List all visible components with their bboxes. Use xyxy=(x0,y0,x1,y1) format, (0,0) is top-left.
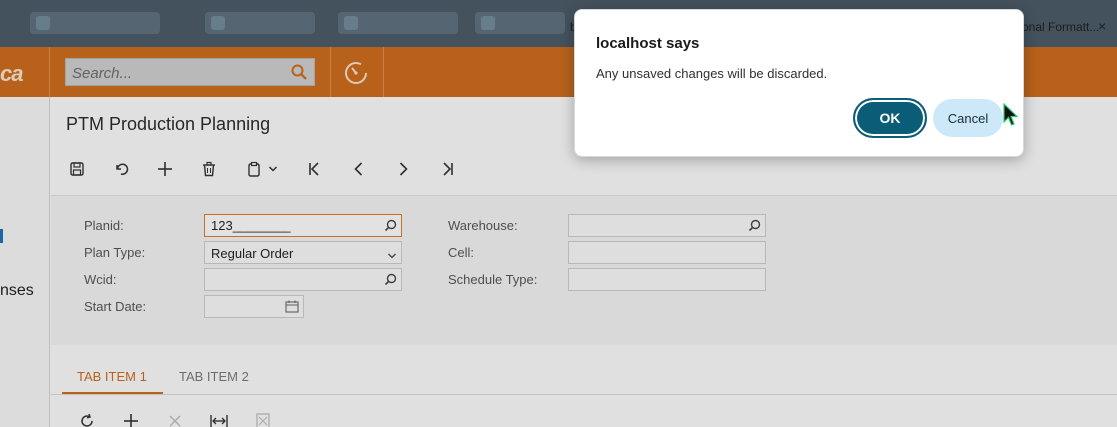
cancel-button[interactable]: Cancel xyxy=(933,99,1003,137)
confirm-dialog: localhost says Any unsaved changes will … xyxy=(574,9,1024,157)
ok-button[interactable]: OK xyxy=(853,98,927,138)
dialog-title: localhost says xyxy=(596,35,700,52)
mouse-cursor-icon xyxy=(1003,102,1019,132)
dialog-message: Any unsaved changes will be discarded. xyxy=(596,66,828,81)
